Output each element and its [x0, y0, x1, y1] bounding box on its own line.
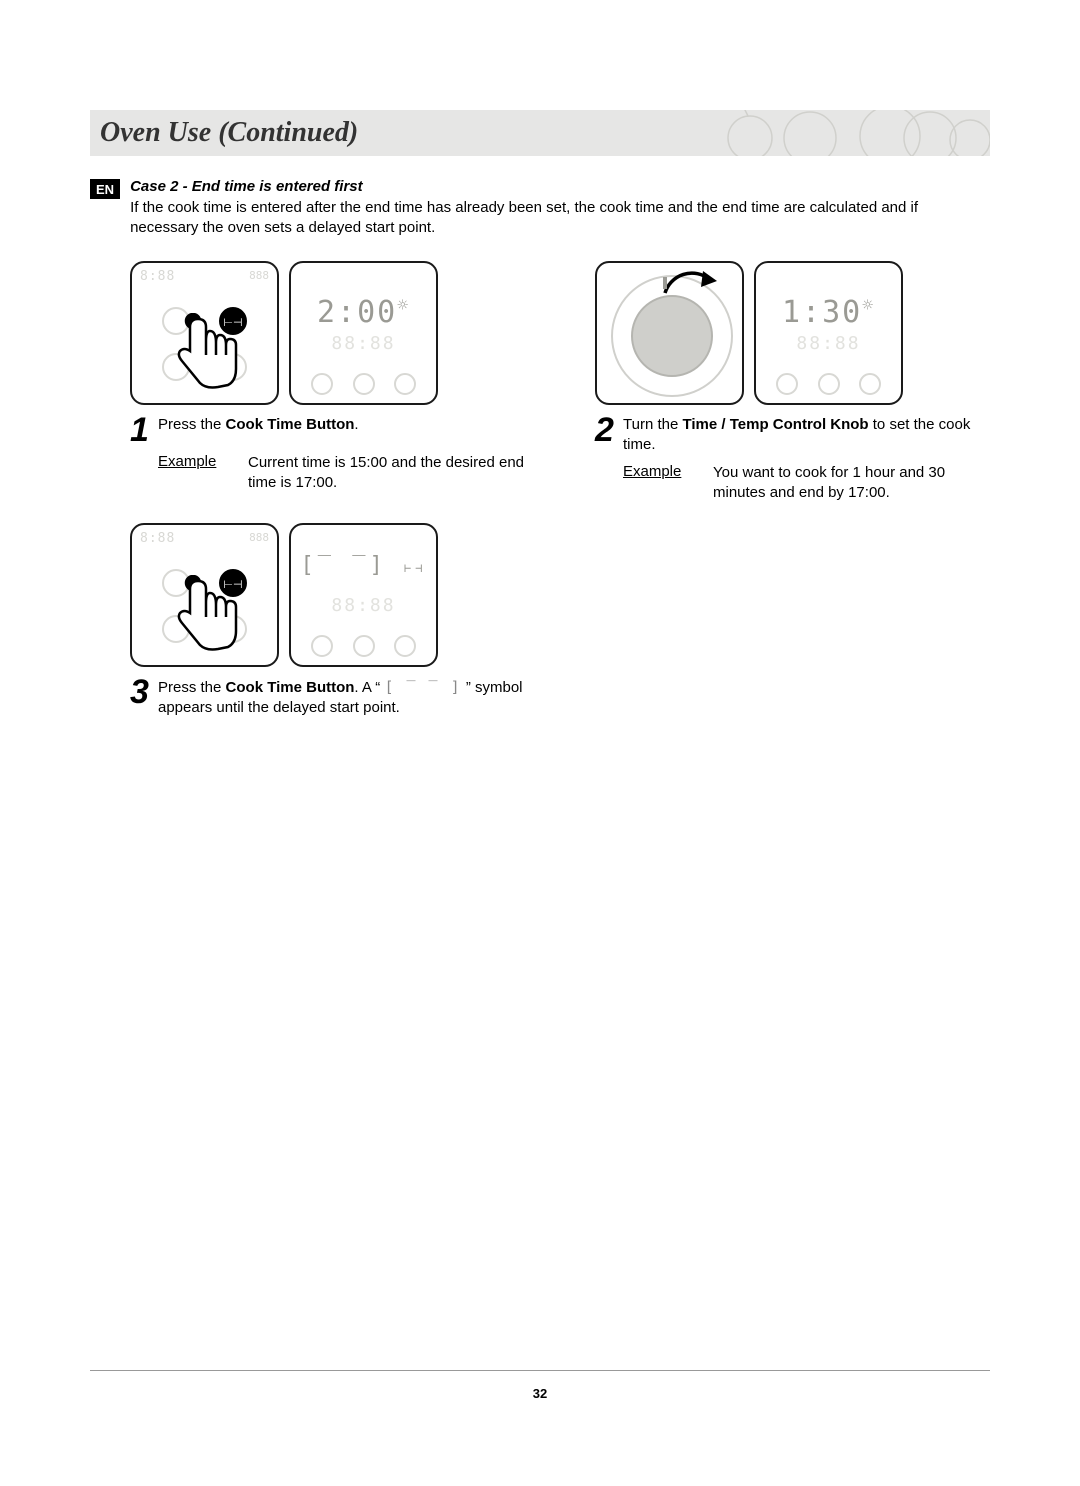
step2-text: Turn the Time / Temp Control Knob to set… [623, 415, 990, 456]
step-number: 2 [595, 415, 623, 456]
button-icon [311, 635, 333, 657]
faded-display: 888 [249, 269, 269, 282]
time-display: 2:00☼ [291, 295, 436, 330]
faded-display: 888 [249, 531, 269, 544]
step-number: 3 [130, 677, 158, 719]
case-description: If the cook time is entered after the en… [130, 198, 990, 239]
button-icon [394, 635, 416, 657]
hand-pointing-icon [170, 313, 260, 403]
button-icon [776, 373, 798, 395]
button-icon [859, 373, 881, 395]
step3-figure: 8:88 888 ⊢⊣ [130, 523, 525, 667]
faded-display: 88:88 [756, 333, 901, 354]
button-icon [353, 373, 375, 395]
control-panel-buttons: 8:88 888 ⊢⊣ [130, 261, 279, 405]
section-title: Oven Use (Continued) [100, 117, 358, 149]
example-text: Current time is 15:00 and the desired en… [248, 453, 525, 494]
control-knob-panel [595, 261, 744, 405]
display-panel: 1:30☼ 88:88 [754, 261, 903, 405]
dial-mark-icon [663, 277, 667, 289]
control-panel-buttons: 8:88 888 ⊢⊣ [130, 523, 279, 667]
step1-text: Press the Cook Time Button. [158, 415, 525, 445]
button-icon [353, 635, 375, 657]
dial-knob-icon [631, 295, 713, 377]
time-value: 2:00 [317, 295, 397, 330]
step-number: 1 [130, 415, 158, 445]
example-text: You want to cook for 1 hour and 30 minut… [713, 463, 990, 504]
time-display: 1:30☼ [756, 295, 901, 330]
language-badge: EN [90, 179, 120, 199]
faded-display: 88:88 [291, 595, 436, 616]
time-value: 1:30 [782, 295, 862, 330]
example-label: Example [158, 453, 248, 494]
symbol-display: [‾ ‾] ⊢⊣ [291, 553, 436, 578]
hand-pointing-icon [170, 575, 260, 665]
title-decoration [690, 110, 990, 156]
faded-display: 8:88 [140, 531, 175, 546]
step2-figure: 1:30☼ 88:88 [595, 261, 990, 405]
button-icon [818, 373, 840, 395]
section-title-bar: Oven Use (Continued) [90, 110, 990, 156]
step3-text: Press the Cook Time Button. A “ [ ‾ ‾ ] … [158, 677, 525, 719]
step1-figure: 8:88 888 ⊢⊣ [130, 261, 525, 405]
case-heading: Case 2 - End time is entered first [130, 178, 990, 195]
footer-rule [90, 1370, 990, 1371]
display-symbol-inline: [ ‾ ‾ ] [384, 678, 461, 696]
example-label: Example [623, 463, 713, 504]
faded-display: 8:88 [140, 269, 175, 284]
display-panel: 2:00☼ 88:88 [289, 261, 438, 405]
button-icon [394, 373, 416, 395]
button-icon [311, 373, 333, 395]
page-number: 32 [0, 1386, 1080, 1401]
faded-display: 88:88 [291, 333, 436, 354]
display-panel: [‾ ‾] ⊢⊣ 88:88 [289, 523, 438, 667]
